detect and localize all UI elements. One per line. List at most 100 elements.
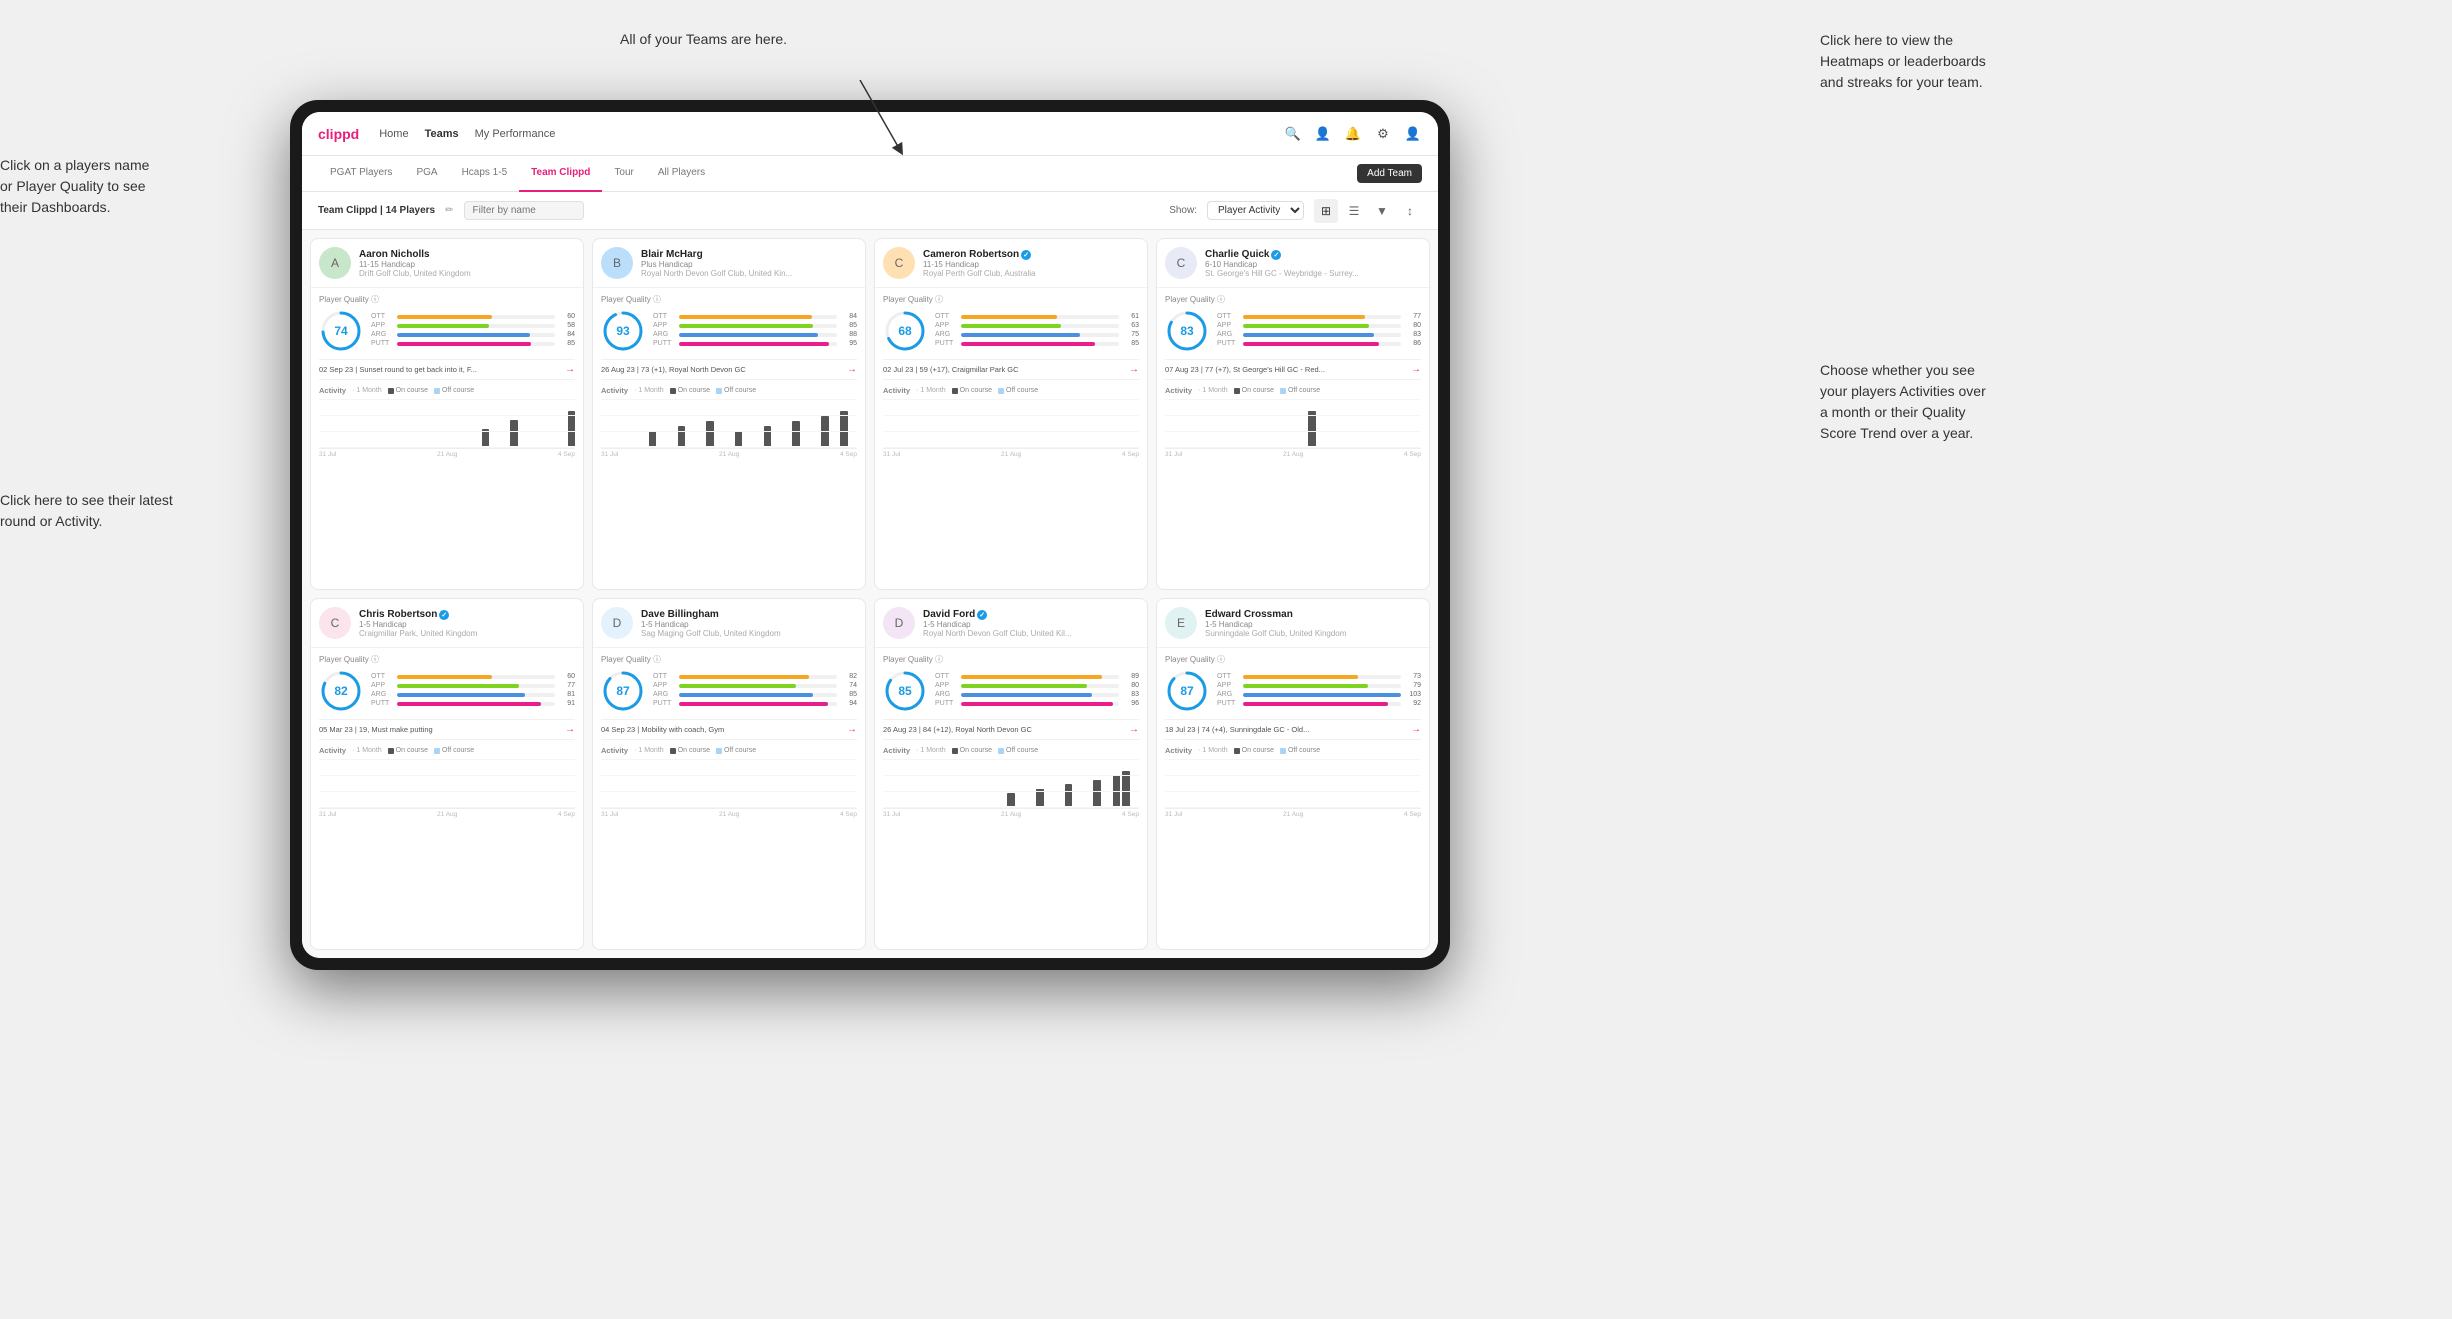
add-team-button[interactable]: Add Team xyxy=(1357,164,1422,183)
activity-period[interactable]: · 1 Month xyxy=(916,387,946,394)
sort-icon[interactable]: ↕ xyxy=(1398,199,1422,223)
user-icon[interactable]: 👤 xyxy=(1314,125,1332,143)
sub-nav-pga[interactable]: PGA xyxy=(404,156,449,192)
stat-value: 96 xyxy=(1123,700,1139,707)
grid-view-icon[interactable]: ⊞ xyxy=(1314,199,1338,223)
card-body: Player Quality ⓘ 85 OTT 89 APP xyxy=(875,648,1147,824)
stat-row-arg: ARG 84 xyxy=(371,331,575,338)
quality-circle[interactable]: 83 xyxy=(1165,309,1209,353)
player-club: Sunningdale Golf Club, United Kingdom xyxy=(1205,629,1421,638)
sub-nav-tour[interactable]: Tour xyxy=(602,156,645,192)
activity-period[interactable]: · 1 Month xyxy=(916,747,946,754)
activity-period[interactable]: · 1 Month xyxy=(352,387,382,394)
nav-logo[interactable]: clippd xyxy=(318,126,359,142)
quality-circle[interactable]: 82 xyxy=(319,669,363,713)
activity-period[interactable]: · 1 Month xyxy=(1198,747,1228,754)
stat-label: OTT xyxy=(371,673,393,680)
search-icon[interactable]: 🔍 xyxy=(1284,125,1302,143)
activity-period[interactable]: · 1 Month xyxy=(634,747,664,754)
sub-nav-all-players[interactable]: All Players xyxy=(646,156,717,192)
player-name[interactable]: Chris Robertson✓ xyxy=(359,609,575,620)
stat-label: APP xyxy=(935,682,957,689)
quality-circle[interactable]: 85 xyxy=(883,669,927,713)
player-name[interactable]: Dave Billingham xyxy=(641,609,857,620)
recent-round[interactable]: 26 Aug 23 | 84 (+12), Royal North Devon … xyxy=(883,719,1139,740)
filter-icon[interactable]: ▼ xyxy=(1370,199,1394,223)
chart-label-mid: 21 Aug xyxy=(1283,811,1303,818)
round-text: 26 Aug 23 | 73 (+1), Royal North Devon G… xyxy=(601,365,843,374)
recent-round[interactable]: 02 Sep 23 | Sunset round to get back int… xyxy=(319,359,575,380)
recent-round[interactable]: 05 Mar 23 | 19, Must make putting → xyxy=(319,719,575,740)
chart-area xyxy=(319,399,575,449)
edit-icon[interactable]: ✏ xyxy=(445,205,453,216)
stats-grid: OTT 61 APP 63 ARG 75 PUTT 8 xyxy=(935,313,1139,349)
stat-bar-bg xyxy=(1243,693,1401,697)
stat-row-putt: PUTT 86 xyxy=(1217,340,1421,347)
nav-links: Home Teams My Performance xyxy=(379,124,1284,144)
stat-bar-bg xyxy=(961,693,1119,697)
stats-grid: OTT 89 APP 80 ARG 83 PUTT 9 xyxy=(935,673,1139,709)
stat-label: PUTT xyxy=(935,340,957,347)
tablet-frame: clippd Home Teams My Performance 🔍 👤 🔔 ⚙… xyxy=(290,100,1450,970)
quality-circle[interactable]: 74 xyxy=(319,309,363,353)
card-header: C Charlie Quick✓ 6-10 Handicap St. Georg… xyxy=(1157,239,1429,288)
player-club: Drift Golf Club, United Kingdom xyxy=(359,269,575,278)
activity-section: Activity · 1 Month On course Off course xyxy=(319,740,575,818)
stat-label: APP xyxy=(1217,322,1239,329)
player-name[interactable]: Cameron Robertson✓ xyxy=(923,249,1139,260)
activity-period[interactable]: · 1 Month xyxy=(634,387,664,394)
player-avatar: D xyxy=(601,607,633,639)
quality-section: 93 OTT 84 APP 85 ARG 88 PUT xyxy=(601,309,857,353)
nav-link-teams[interactable]: Teams xyxy=(425,124,459,144)
quality-circle[interactable]: 87 xyxy=(1165,669,1209,713)
player-club: Craigmillar Park, United Kingdom xyxy=(359,629,575,638)
round-text: 05 Mar 23 | 19, Must make putting xyxy=(319,725,561,734)
list-view-icon[interactable]: ☰ xyxy=(1342,199,1366,223)
quality-circle[interactable]: 68 xyxy=(883,309,927,353)
nav-link-performance[interactable]: My Performance xyxy=(475,124,556,144)
stat-row-putt: PUTT 96 xyxy=(935,700,1139,707)
legend-off-course: Off course xyxy=(1280,747,1320,754)
stat-bar-bg xyxy=(679,315,837,319)
player-club: Royal North Devon Golf Club, United Kin.… xyxy=(641,269,857,278)
sub-nav-team-clippd[interactable]: Team Clippd xyxy=(519,156,602,192)
stat-label: OTT xyxy=(653,673,675,680)
player-info: Cameron Robertson✓ 11-15 Handicap Royal … xyxy=(923,249,1139,278)
player-name[interactable]: Edward Crossman xyxy=(1205,609,1421,620)
quality-circle[interactable]: 87 xyxy=(601,669,645,713)
legend-on-course: On course xyxy=(1234,747,1274,754)
search-input[interactable] xyxy=(464,201,584,220)
settings-icon[interactable]: ⚙ xyxy=(1374,125,1392,143)
sub-nav-links: PGAT Players PGA Hcaps 1-5 Team Clippd T… xyxy=(318,156,1357,192)
recent-round[interactable]: 04 Sep 23 | Mobility with coach, Gym → xyxy=(601,719,857,740)
player-name[interactable]: Aaron Nicholls xyxy=(359,249,575,260)
off-course-dot xyxy=(434,748,440,754)
recent-round[interactable]: 02 Jul 23 | 59 (+17), Craigmillar Park G… xyxy=(883,359,1139,380)
player-name[interactable]: David Ford✓ xyxy=(923,609,1139,620)
stat-bar-bg xyxy=(1243,333,1401,337)
stat-value: 85 xyxy=(559,340,575,347)
sub-nav-pgat[interactable]: PGAT Players xyxy=(318,156,404,192)
show-select[interactable]: Player Activity xyxy=(1207,201,1304,220)
chart-label-mid: 21 Aug xyxy=(437,451,457,458)
bell-icon[interactable]: 🔔 xyxy=(1344,125,1362,143)
recent-round[interactable]: 26 Aug 23 | 73 (+1), Royal North Devon G… xyxy=(601,359,857,380)
sub-nav-hcaps[interactable]: Hcaps 1-5 xyxy=(450,156,520,192)
nav-link-home[interactable]: Home xyxy=(379,124,408,144)
round-arrow: → xyxy=(1411,724,1421,735)
stat-bar-bg xyxy=(1243,702,1401,706)
player-avatar: B xyxy=(601,247,633,279)
player-name[interactable]: Blair McHarg xyxy=(641,249,857,260)
quality-circle[interactable]: 93 xyxy=(601,309,645,353)
avatar-icon[interactable]: 👤 xyxy=(1404,125,1422,143)
recent-round[interactable]: 18 Jul 23 | 74 (+4), Sunningdale GC - Ol… xyxy=(1165,719,1421,740)
stat-row-ott: OTT 60 xyxy=(371,673,575,680)
stat-label: ARG xyxy=(371,691,393,698)
player-card: C Charlie Quick✓ 6-10 Handicap St. Georg… xyxy=(1156,238,1430,590)
recent-round[interactable]: 07 Aug 23 | 77 (+7), St George's Hill GC… xyxy=(1165,359,1421,380)
card-body: Player Quality ⓘ 74 OTT 60 APP xyxy=(311,288,583,464)
activity-period[interactable]: · 1 Month xyxy=(1198,387,1228,394)
player-handicap: 11-15 Handicap xyxy=(923,260,1139,269)
activity-period[interactable]: · 1 Month xyxy=(352,747,382,754)
player-name[interactable]: Charlie Quick✓ xyxy=(1205,249,1421,260)
